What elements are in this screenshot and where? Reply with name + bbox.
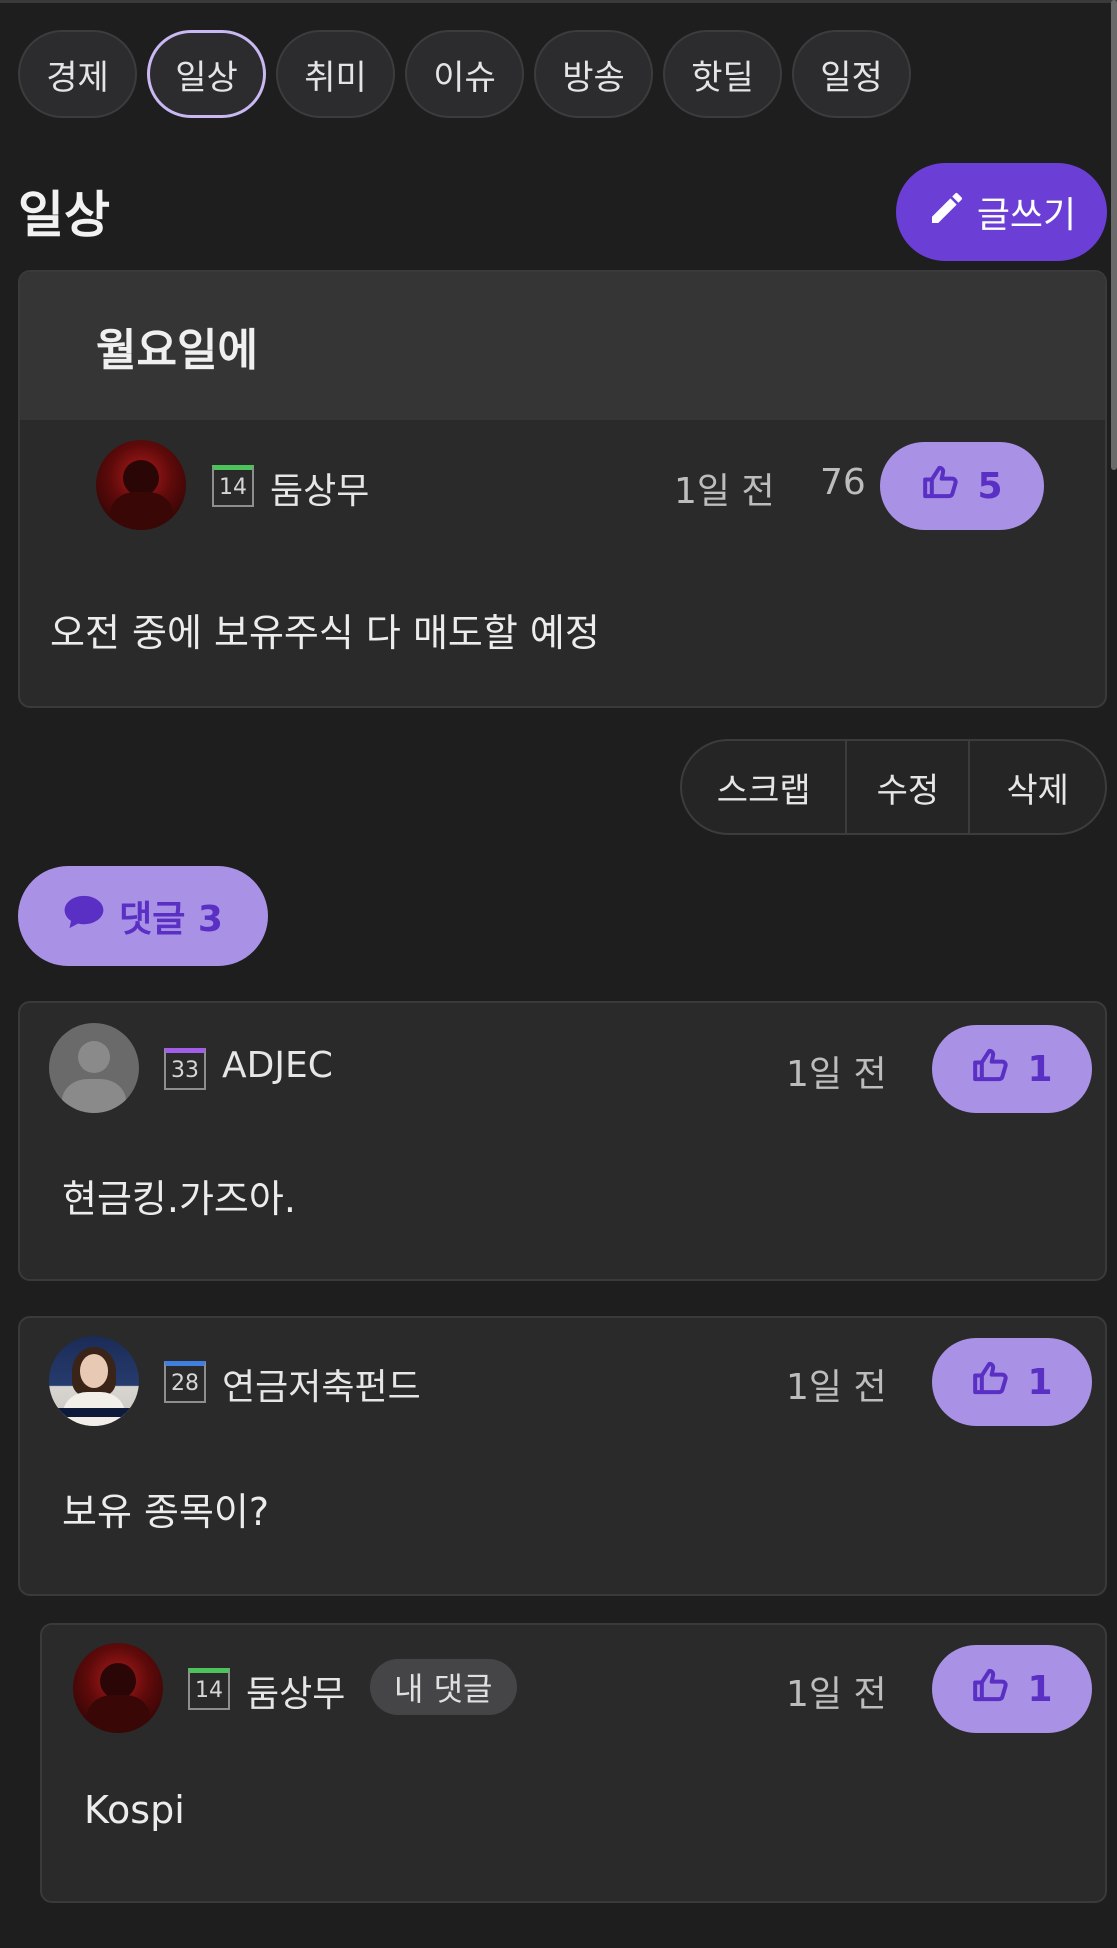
comment-text: Kospi bbox=[84, 1788, 185, 1832]
category-tabs: 경제 일상 취미 이슈 방송 핫딜 일정 bbox=[18, 30, 911, 118]
commenter-avatar[interactable] bbox=[73, 1643, 163, 1733]
level-badge: 14 bbox=[188, 1668, 230, 1710]
comment-like-button[interactable]: 1 bbox=[932, 1338, 1092, 1426]
post-like-button[interactable]: 5 bbox=[880, 442, 1044, 530]
commenter-nickname[interactable]: ADJEC bbox=[222, 1045, 333, 1086]
scrollbar[interactable] bbox=[1111, 0, 1117, 470]
comment-like-count: 1 bbox=[1027, 1668, 1053, 1710]
post-meta: 14 둠상무 1일 전 76 5 bbox=[20, 420, 1105, 550]
reply-item: 14 둠상무 내 댓글 1일 전 1 Kospi bbox=[40, 1623, 1107, 1903]
comment-like-count: 1 bbox=[1027, 1048, 1053, 1090]
thumbs-up-icon bbox=[921, 462, 961, 511]
page-title: 일상 bbox=[18, 186, 110, 244]
comment-like-count: 1 bbox=[1027, 1361, 1053, 1403]
comment-time: 1일 전 bbox=[786, 1367, 887, 1408]
speech-bubble-icon bbox=[63, 893, 105, 940]
author-nickname[interactable]: 둠상무 bbox=[270, 462, 369, 514]
level-badge: 14 bbox=[212, 465, 254, 507]
view-count: 76 bbox=[820, 462, 866, 503]
commenter-avatar[interactable] bbox=[49, 1336, 139, 1426]
write-label: 글쓰기 bbox=[976, 195, 1077, 236]
write-button[interactable]: 글쓰기 bbox=[896, 163, 1107, 261]
comment-text: 보유 종목이? bbox=[62, 1490, 270, 1534]
tab-hotdeal[interactable]: 핫딜 bbox=[663, 30, 782, 118]
comment-item: 28 연금저축펀드 1일 전 1 보유 종목이? bbox=[18, 1316, 1107, 1596]
author-avatar[interactable] bbox=[96, 440, 186, 530]
tab-issue[interactable]: 이슈 bbox=[405, 30, 524, 118]
commenter-avatar[interactable] bbox=[49, 1023, 139, 1113]
pencil-icon bbox=[927, 188, 967, 237]
post-header: 월요일에 bbox=[20, 272, 1105, 420]
comment-count-button[interactable]: 댓글 3 bbox=[18, 866, 268, 966]
tab-daily[interactable]: 일상 bbox=[147, 30, 266, 118]
comment-like-button[interactable]: 1 bbox=[932, 1025, 1092, 1113]
tab-broadcast[interactable]: 방송 bbox=[534, 30, 653, 118]
level-badge: 28 bbox=[164, 1361, 206, 1403]
scrap-button[interactable]: 스크랩 bbox=[682, 741, 848, 833]
thumbs-up-icon bbox=[971, 1665, 1011, 1714]
tab-economy[interactable]: 경제 bbox=[18, 30, 137, 118]
tab-schedule[interactable]: 일정 bbox=[792, 30, 911, 118]
comment-time: 1일 전 bbox=[786, 1674, 887, 1715]
edit-button[interactable]: 수정 bbox=[847, 741, 971, 833]
comment-like-button[interactable]: 1 bbox=[932, 1645, 1092, 1733]
commenter-nickname[interactable]: 연금저축펀드 bbox=[222, 1358, 421, 1410]
commenter-nickname[interactable]: 둠상무 bbox=[246, 1665, 345, 1717]
level-badge: 33 bbox=[164, 1048, 206, 1090]
my-comment-badge: 내 댓글 bbox=[370, 1659, 517, 1715]
post-card: 월요일에 14 둠상무 1일 전 76 5 오전 중에 보유주식 다 매도할 예… bbox=[18, 270, 1107, 708]
comment-time: 1일 전 bbox=[786, 1054, 887, 1095]
tab-hobby[interactable]: 취미 bbox=[276, 30, 395, 118]
comment-item: 33 ADJEC 1일 전 1 현금킹.가즈아. bbox=[18, 1001, 1107, 1281]
top-border bbox=[0, 0, 1117, 3]
delete-button[interactable]: 삭제 bbox=[970, 741, 1105, 833]
thumbs-up-icon bbox=[971, 1045, 1011, 1094]
post-body: 오전 중에 보유주식 다 매도할 예정 bbox=[50, 611, 600, 655]
post-title: 월요일에 bbox=[96, 325, 258, 376]
post-time: 1일 전 bbox=[674, 471, 775, 512]
post-like-count: 5 bbox=[977, 465, 1003, 507]
post-actions: 스크랩 수정 삭제 bbox=[680, 739, 1107, 835]
thumbs-up-icon bbox=[971, 1358, 1011, 1407]
comment-count-label: 댓글 3 bbox=[119, 899, 223, 940]
comment-text: 현금킹.가즈아. bbox=[62, 1177, 296, 1221]
